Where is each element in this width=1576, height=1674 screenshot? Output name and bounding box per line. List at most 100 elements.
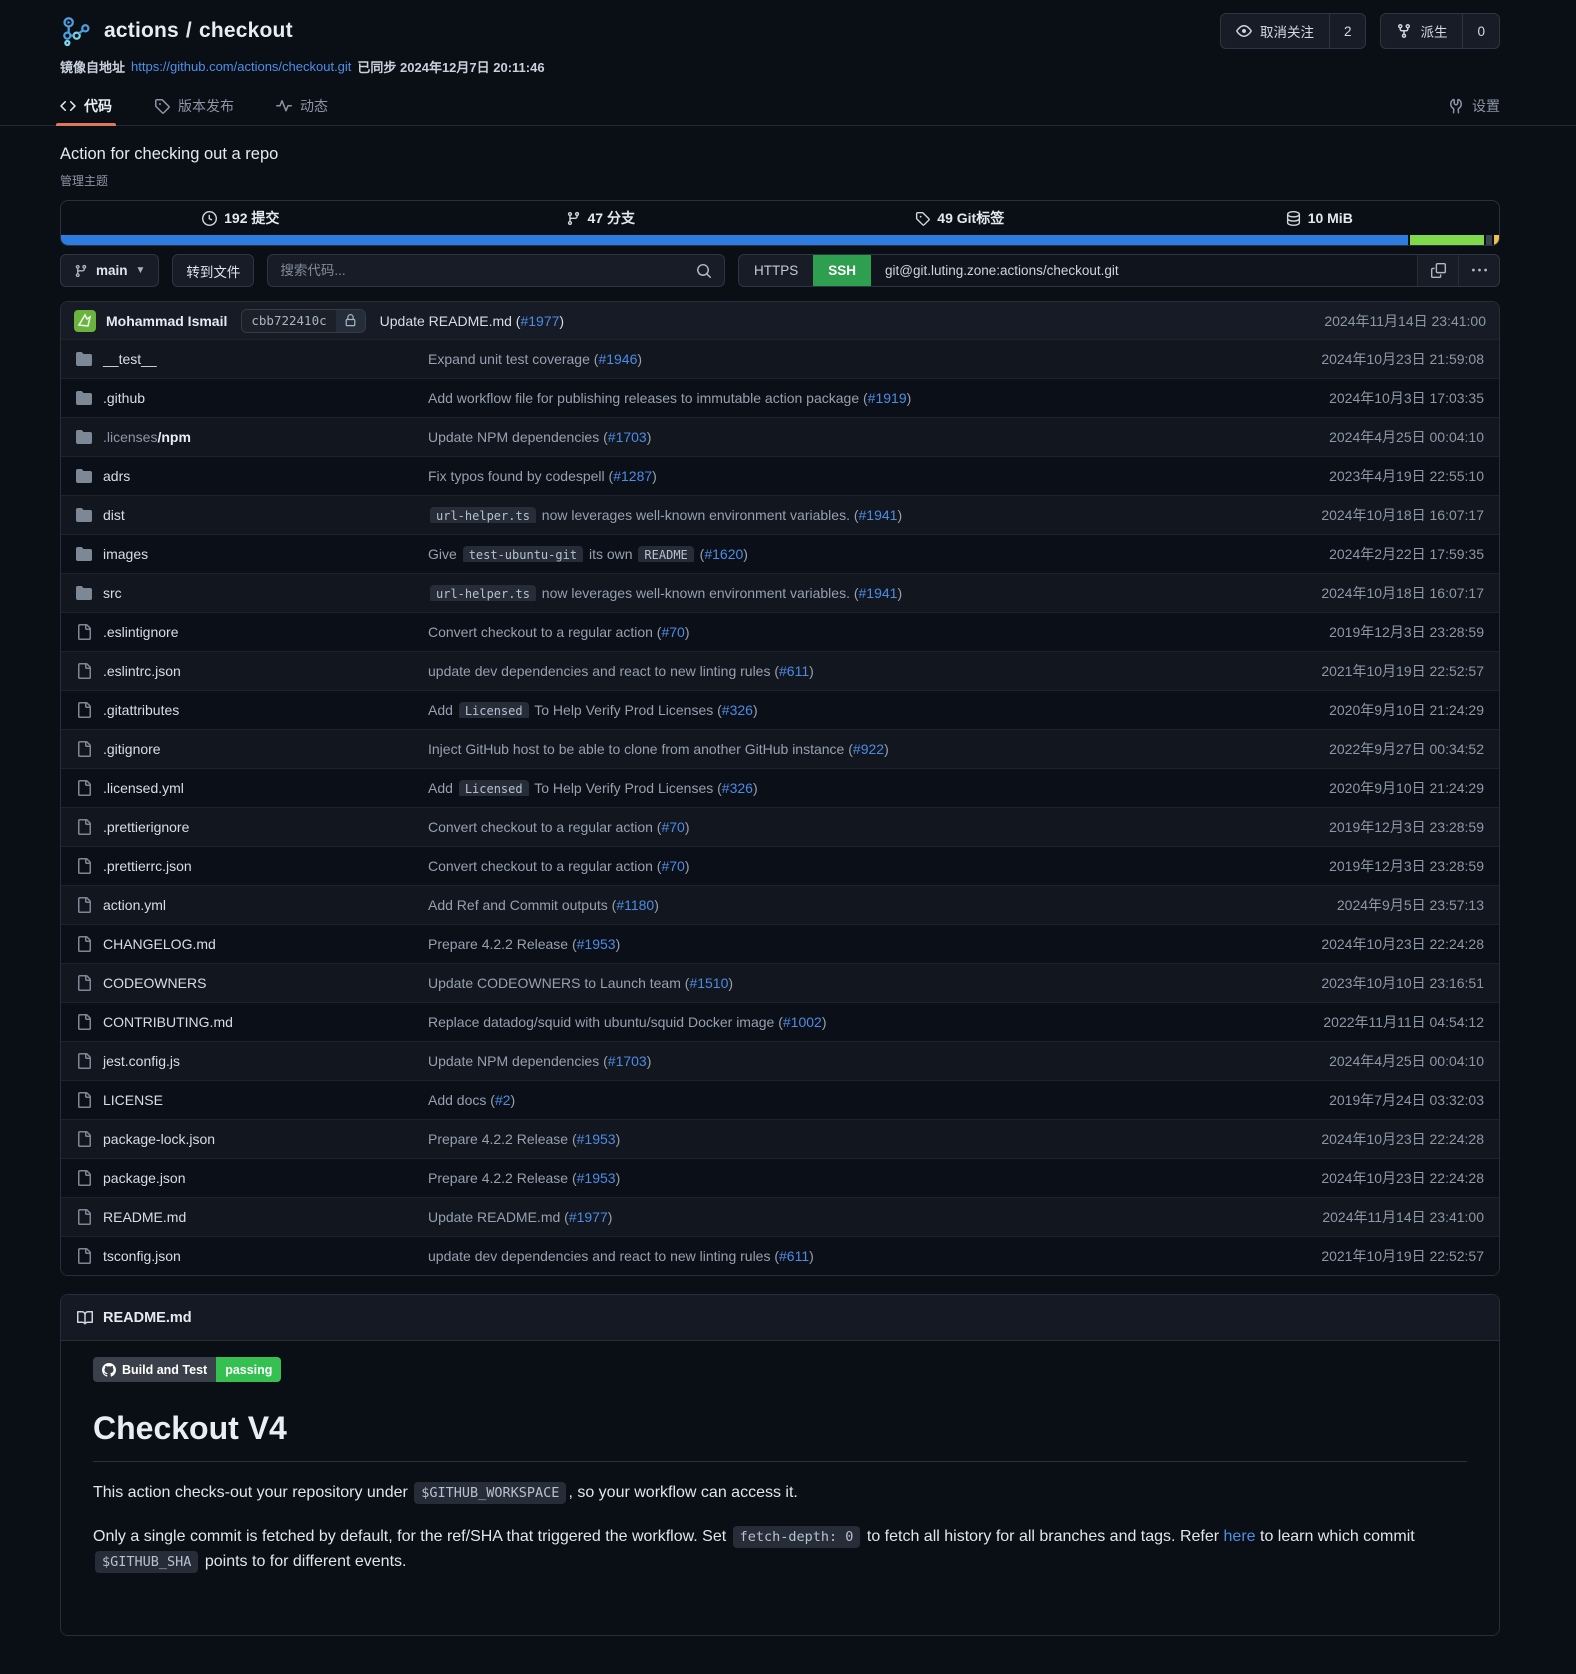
file-name-link[interactable]: CHANGELOG.md bbox=[103, 936, 216, 952]
issue-link[interactable]: #1953 bbox=[577, 1170, 616, 1186]
file-name-link[interactable]: .github bbox=[103, 390, 145, 406]
tab-settings[interactable]: 设置 bbox=[1448, 87, 1500, 125]
more-clone-options-button[interactable] bbox=[1458, 255, 1499, 286]
issue-link[interactable]: #1180 bbox=[616, 897, 654, 913]
issue-link[interactable]: here bbox=[1224, 1528, 1256, 1545]
issue-link[interactable]: #1620 bbox=[704, 546, 743, 562]
mirror-url-link[interactable]: https://github.com/actions/checkout.git bbox=[131, 59, 351, 74]
forks-count[interactable]: 0 bbox=[1462, 14, 1499, 48]
folder-icon bbox=[76, 351, 92, 367]
watchers-count[interactable]: 2 bbox=[1329, 14, 1366, 48]
file-name-link[interactable]: .licensed.yml bbox=[103, 780, 184, 796]
text-segment: Add bbox=[428, 780, 457, 796]
issue-link[interactable]: #1703 bbox=[608, 429, 647, 445]
ci-status-badge[interactable]: Build and Test passing bbox=[93, 1357, 281, 1382]
file-name-link[interactable]: images bbox=[103, 546, 148, 562]
issue-link[interactable]: #70 bbox=[661, 858, 684, 874]
file-name-link[interactable]: __test__ bbox=[103, 351, 157, 367]
file-name-link[interactable]: dist bbox=[103, 507, 125, 523]
issue-link[interactable]: #326 bbox=[722, 702, 753, 718]
issue-link[interactable]: #2 bbox=[495, 1092, 511, 1108]
stat-commits[interactable]: 192 提交 bbox=[61, 201, 421, 235]
file-name-link[interactable]: .eslintignore bbox=[103, 624, 179, 640]
issue-link[interactable]: #1953 bbox=[577, 1131, 616, 1147]
text-segment: tsconfig.json bbox=[103, 1248, 181, 1264]
repo-owner-link[interactable]: actions bbox=[104, 19, 179, 42]
issue-link[interactable]: #1953 bbox=[577, 936, 616, 952]
tab-releases[interactable]: 版本发布 bbox=[154, 87, 234, 125]
commit-hash-badge[interactable]: cbb722410c bbox=[241, 309, 365, 333]
file-name-link[interactable]: LICENSE bbox=[103, 1092, 163, 1108]
file-name-link[interactable]: .eslintrc.json bbox=[103, 663, 181, 679]
issue-link[interactable]: #70 bbox=[661, 624, 684, 640]
file-icon bbox=[76, 1248, 92, 1264]
text-segment: points to for different events. bbox=[200, 1553, 406, 1570]
kebab-icon bbox=[1472, 263, 1487, 278]
stat-branches[interactable]: 47 分支 bbox=[421, 201, 781, 235]
unwatch-button[interactable]: 取消关注 2 bbox=[1220, 13, 1367, 49]
issue-link[interactable]: #326 bbox=[722, 780, 753, 796]
branch-selector[interactable]: main ▼ bbox=[60, 254, 159, 287]
file-icon bbox=[76, 1053, 92, 1069]
search-icon[interactable] bbox=[696, 263, 712, 279]
issue-link[interactable]: #611 bbox=[779, 1248, 809, 1264]
folder-icon bbox=[76, 546, 92, 562]
file-name-link[interactable]: .prettierignore bbox=[103, 819, 189, 835]
language-bar[interactable] bbox=[61, 235, 1499, 245]
text-segment: to learn which commit bbox=[1256, 1528, 1415, 1545]
issue-link[interactable]: #1919 bbox=[868, 390, 907, 406]
file-name-link[interactable]: CODEOWNERS bbox=[103, 975, 206, 991]
file-name-link[interactable]: README.md bbox=[103, 1209, 186, 1225]
https-clone-button[interactable]: HTTPS bbox=[739, 255, 813, 286]
readme-paragraph: Only a single commit is fetched by defau… bbox=[93, 1524, 1467, 1575]
tab-code[interactable]: 代码 bbox=[60, 87, 112, 125]
manage-topics-link[interactable]: 管理主题 bbox=[60, 172, 108, 189]
file-commit-date: 2024年4月25日 00:04:10 bbox=[1329, 1051, 1484, 1071]
issue-link[interactable]: #1941 bbox=[859, 585, 898, 601]
file-name-link[interactable]: tsconfig.json bbox=[103, 1248, 181, 1264]
file-name-link[interactable]: adrs bbox=[103, 468, 130, 484]
file-name-link[interactable]: src bbox=[103, 585, 122, 601]
issue-link[interactable]: #1703 bbox=[608, 1053, 647, 1069]
repo-name-link[interactable]: checkout bbox=[199, 19, 293, 42]
file-name-link[interactable]: action.yml bbox=[103, 897, 166, 913]
issue-link[interactable]: #1946 bbox=[598, 351, 637, 367]
text-segment: update dev dependencies and react to new… bbox=[428, 663, 779, 679]
issue-link[interactable]: #922 bbox=[853, 741, 884, 757]
issue-link[interactable]: #1002 bbox=[783, 1014, 822, 1030]
file-name-link[interactable]: CONTRIBUTING.md bbox=[103, 1014, 233, 1030]
issue-link[interactable]: #1287 bbox=[613, 468, 652, 484]
text-segment: Add Ref and Commit outputs ( bbox=[428, 897, 616, 913]
file-name-link[interactable]: .prettierrc.json bbox=[103, 858, 192, 874]
stat-tags[interactable]: 49 Git标签 bbox=[780, 201, 1140, 235]
text-segment: to fetch all history for all branches an… bbox=[862, 1528, 1223, 1545]
issue-link[interactable]: #611 bbox=[779, 663, 809, 679]
file-commit-message: Expand unit test coverage (#1946) bbox=[428, 351, 1307, 367]
mirror-synced: 已同步 2024年12月7日 20:11:46 bbox=[357, 57, 544, 76]
copy-url-button[interactable] bbox=[1417, 255, 1458, 286]
tab-activity[interactable]: 动态 bbox=[276, 87, 328, 125]
fork-button[interactable]: 派生 0 bbox=[1380, 13, 1500, 49]
file-name-link[interactable]: .licenses/npm bbox=[103, 429, 191, 445]
file-name-link[interactable]: .gitignore bbox=[103, 741, 161, 757]
text-segment: ) bbox=[685, 819, 690, 835]
issue-link[interactable]: #1977 bbox=[569, 1209, 608, 1225]
search-input[interactable] bbox=[280, 263, 696, 278]
file-name-link[interactable]: package.json bbox=[103, 1170, 186, 1186]
file-commit-message: Convert checkout to a regular action (#7… bbox=[428, 819, 1315, 835]
file-commit-date: 2024年11月14日 23:41:00 bbox=[1322, 1207, 1484, 1227]
issue-link[interactable]: #1977 bbox=[520, 313, 559, 329]
issue-link[interactable]: #1941 bbox=[859, 507, 898, 523]
avatar[interactable] bbox=[74, 310, 96, 332]
file-name-link[interactable]: .gitattributes bbox=[103, 702, 179, 718]
text-segment: ) bbox=[685, 858, 690, 874]
file-name-link[interactable]: package-lock.json bbox=[103, 1131, 215, 1147]
file-name-link[interactable]: jest.config.js bbox=[103, 1053, 180, 1069]
ssh-clone-button[interactable]: SSH bbox=[813, 255, 871, 286]
clone-url-input[interactable] bbox=[871, 255, 1417, 286]
text-segment: Only a single commit is fetched by defau… bbox=[93, 1528, 731, 1545]
issue-link[interactable]: #70 bbox=[661, 819, 684, 835]
goto-file-button[interactable]: 转到文件 bbox=[172, 254, 254, 287]
table-row: tsconfig.json update dev dependencies an… bbox=[61, 1236, 1499, 1275]
issue-link[interactable]: #1510 bbox=[689, 975, 728, 991]
